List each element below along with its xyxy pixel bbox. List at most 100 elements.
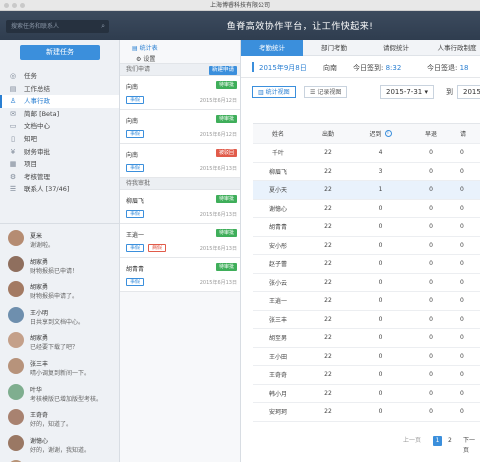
chat-item[interactable]: 安小文 — [0, 456, 119, 462]
table-cell-leave: 0 — [460, 186, 464, 194]
table-row[interactable]: 张小云 22 0 0 0 — [253, 274, 480, 292]
sidebar-item[interactable]: ▯ 知吧 — [0, 133, 119, 146]
table-row[interactable]: 韩小月 22 0 0 0 — [253, 385, 480, 403]
sidebar-item[interactable]: ▭ 文档中心 — [0, 120, 119, 133]
table-cell-early: 0 — [429, 278, 433, 286]
tab-3[interactable]: 人事行政制度 — [427, 40, 480, 56]
pending-request-list: 柳眉飞 待审批 事假 2015年6月13日 王逍一 待审批 事假 病假 2015年6月13日 胡青… — [120, 190, 240, 292]
sidebar-item[interactable]: ☰ 联系人 [37/46] — [0, 183, 119, 196]
chat-item[interactable]: 胡家勇 财物报损已申请！ — [0, 252, 119, 278]
records-view-label: 记录视图 — [317, 89, 342, 96]
minimize-window-button[interactable] — [12, 3, 17, 8]
leave-type-tag: 事假 — [126, 130, 145, 138]
table-cell-leave: 0 — [460, 408, 464, 416]
table-row[interactable]: 赵子蕾 22 0 0 0 — [253, 255, 480, 274]
table-cell-attend: 22 — [324, 186, 332, 194]
chat-item[interactable]: 夏米 谢谢啦。 — [0, 226, 119, 252]
request-card[interactable]: 向南 待审批 事假 2015年6月12日 — [120, 110, 240, 144]
table-cell-attend: 22 — [324, 315, 332, 323]
table-cell-name: 柳眉飞 — [268, 168, 287, 176]
pagination: 上一页 1 2 下一页 — [241, 436, 480, 454]
tab-2[interactable]: 请假统计 — [365, 40, 427, 56]
tab-0[interactable]: 考勤统计 — [241, 40, 303, 56]
info-icon[interactable]: i — [384, 130, 392, 137]
tab-1[interactable]: 部门考勤 — [303, 40, 365, 56]
checkin-label: 今日签到: — [353, 64, 384, 72]
close-window-button[interactable] — [4, 3, 9, 8]
date-from-select[interactable]: 2015-7-31 ▾ — [380, 85, 434, 99]
prev-page-button[interactable]: 上一页 — [403, 436, 421, 446]
request-date: 2015年6月12日 — [199, 98, 237, 104]
chat-item[interactable]: 胡家勇 已经要下载了吧？ — [0, 328, 119, 354]
new-request-button[interactable]: 新建申请 — [208, 65, 237, 75]
table-cell-attend: 22 — [324, 352, 332, 360]
table-cell-attend: 22 — [324, 334, 332, 342]
search-icon[interactable]: ⌕ — [101, 20, 105, 33]
table-cell-early: 0 — [429, 334, 433, 342]
sidebar-item[interactable]: ⚙ 考核管理 — [0, 171, 119, 184]
sidebar-item[interactable]: ✉ 简邮 [Beta] — [0, 108, 119, 121]
table-cell-early: 0 — [429, 408, 433, 416]
stats-link[interactable]: ▤ 统计表 — [132, 43, 158, 52]
sidebar-item[interactable]: ¥ 财务审批 — [0, 146, 119, 159]
request-card[interactable]: 胡青青 待审批 事假 2015年6月13日 — [120, 258, 240, 292]
current-person: 向南 — [323, 64, 337, 72]
table-cell-name: 张小云 — [268, 279, 287, 287]
records-view-button[interactable]: ☰ 记录视图 — [304, 86, 348, 98]
chat-item[interactable]: 谢憶心 好的，谢谢，我知道。 — [0, 431, 119, 457]
search-input[interactable]: 搜索任务和联系人 ⌕ — [6, 20, 109, 33]
chat-item[interactable]: 胡家勇 财物报损申请了。 — [0, 277, 119, 303]
table-row[interactable]: 胡青青 22 0 0 0 — [253, 218, 480, 237]
request-card[interactable]: 王逍一 待审批 事假 病假 2015年6月13日 — [120, 224, 240, 258]
table-row[interactable]: 张三丰 22 0 0 0 — [253, 311, 480, 329]
chat-item[interactable]: 张三丰 晴小调复到新间一下。 — [0, 354, 119, 380]
request-card[interactable]: 柳眉飞 待审批 事假 2015年6月13日 — [120, 190, 240, 224]
window-controls[interactable] — [4, 3, 25, 8]
table-cell-early: 0 — [429, 371, 433, 379]
chat-message: 晴小调复到新间一下。 — [30, 369, 91, 377]
search-placeholder: 搜索任务和联系人 — [11, 23, 60, 30]
request-card[interactable]: 向南 待审批 事假 2015年6月12日 — [120, 76, 240, 110]
chat-item[interactable]: 王小明 日共享到文档中心。 — [0, 303, 119, 329]
section-title: 我们申请 — [126, 66, 151, 73]
table-row[interactable]: 王奇奇 22 0 0 0 — [253, 366, 480, 385]
new-task-button[interactable]: 新建任务 — [20, 45, 100, 60]
accent-bar — [252, 62, 254, 72]
table-row[interactable]: 胡至男 22 0 0 0 — [253, 329, 480, 348]
status-badge: 待审批 — [215, 229, 237, 237]
date-to-select[interactable]: 2015 — [457, 85, 480, 99]
table-row[interactable]: 夏小天 22 1 0 0 — [253, 181, 480, 200]
table-row[interactable]: 谢憶心 22 0 0 0 — [253, 200, 480, 218]
table-cell-attend: 22 — [324, 389, 332, 397]
chat-item[interactable]: 王奇奇 好的，知道了。 — [0, 405, 119, 431]
avatar — [8, 357, 24, 374]
stats-view-label: 统计视图 — [265, 89, 290, 96]
chat-item[interactable]: 叶华 考核模版已增加版型考核。 — [0, 380, 119, 406]
table-cell-early: 0 — [429, 389, 433, 397]
table-cell-name: 王奇奇 — [268, 372, 287, 380]
table-row[interactable]: 柳眉飞 22 3 0 0 — [253, 163, 480, 181]
page-button[interactable]: 1 — [433, 436, 442, 446]
table-cell-attend: 22 — [324, 167, 332, 175]
stats-view-button[interactable]: ▥ 统计视图 — [252, 86, 296, 98]
next-page-button[interactable]: 下一页 — [463, 436, 480, 454]
table-row[interactable]: 千叶 22 4 0 0 — [253, 144, 480, 163]
table-row[interactable]: 王逍一 22 0 0 0 — [253, 292, 480, 311]
table-row[interactable]: 安小彤 22 0 0 0 — [253, 237, 480, 255]
sidebar-item[interactable]: ♙ 人事行政 — [0, 95, 119, 108]
table-cell-leave: 0 — [460, 371, 464, 379]
request-card[interactable]: 向南 被驳回 事假 2015年6月13日 — [120, 144, 240, 178]
sidebar-item[interactable]: ▦ 项目 — [0, 158, 119, 171]
maximize-window-button[interactable] — [20, 3, 25, 8]
sidebar-item[interactable]: ◎ 任务 — [0, 70, 119, 83]
table-cell-early: 0 — [429, 297, 433, 305]
table-row[interactable]: 安珂珂 22 0 0 0 — [253, 403, 480, 422]
settings-link[interactable]: ⚙ 设置 — [136, 54, 155, 63]
requester-name: 向南 — [126, 152, 139, 159]
money-icon: ¥ — [10, 147, 16, 156]
table-cell-leave: 0 — [460, 260, 464, 268]
page-button[interactable]: 2 — [448, 436, 452, 446]
top-bar: 搜索任务和联系人 ⌕ 鱼脊高效协作平台，让工作快起来! — [0, 11, 480, 40]
sidebar-item[interactable]: ▤ 工作总结 — [0, 83, 119, 96]
table-row[interactable]: 王小田 22 0 0 0 — [253, 348, 480, 366]
